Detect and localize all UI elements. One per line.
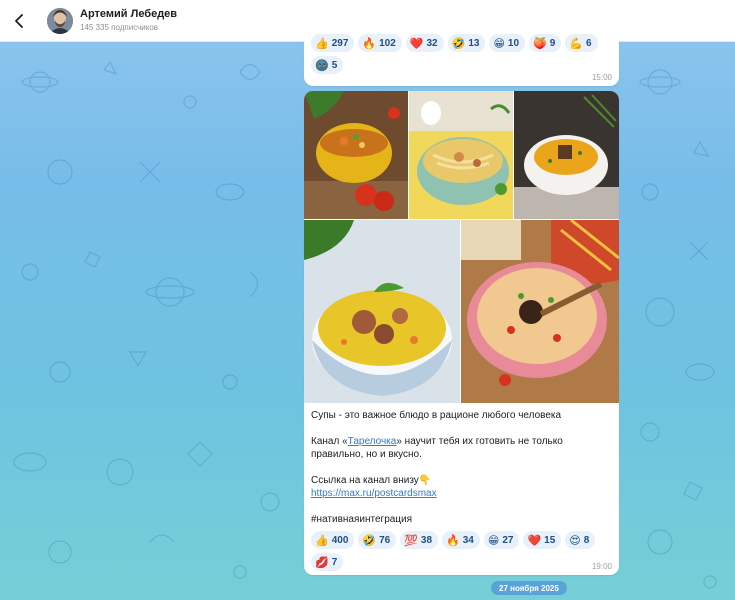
text-line: Супы - это важное блюдо в рационе любого… [311,410,562,421]
reaction-chip[interactable]: 🔥 102 [358,34,402,52]
photo-mushroom-soup[interactable] [461,220,619,403]
avatar[interactable] [47,7,73,34]
reaction-chip[interactable]: ❤️ 15 [523,531,562,549]
photo-cream-soup[interactable] [514,91,619,219]
reaction-chip[interactable]: 🔥 34 [442,531,480,549]
reaction-chip[interactable]: ❤️ 32 [405,34,444,52]
photo-album [304,91,619,403]
message-card: Супы - это важное блюдо в рационе любого… [304,91,619,575]
back-button[interactable] [12,13,26,28]
date-separator: 27 ноября 2025 [491,581,567,595]
url-link[interactable]: https://max.ru/postcardsmax [311,488,437,499]
reaction-chip[interactable]: 💯 38 [400,531,439,549]
text-line: Ссылка на канал внизу👇 [311,475,432,486]
message-time: 15:00 [591,73,612,82]
text-line: Канал «Тарелочка» научит тебя их готовит… [311,436,563,460]
photo-rice-soup[interactable] [304,220,460,403]
subscriber-count: 145 335 подписчиков [80,23,159,32]
reaction-chip[interactable]: 🍑 9 [529,34,562,52]
reaction-chip[interactable]: 🌚 5 [311,56,344,74]
message-card-previous: 👍 297 🔥 102 ❤️ 32 🤣 13 😁 10 🍑 9 💪 6 🌚 5 15:00 [304,34,619,86]
reaction-chip[interactable]: 🤣 76 [358,531,397,549]
reaction-chip[interactable]: 🤣 13 [447,34,486,52]
reaction-chip[interactable]: 👍 297 [311,34,355,52]
reaction-chip[interactable]: 😍 8 [565,531,596,549]
photo-soup-pot[interactable] [304,91,408,219]
channel-title[interactable]: Артемий Лебедев [80,8,177,21]
message-text: Супы - это важное блюдо в рационе любого… [311,409,611,526]
message-time: 19:00 [591,562,612,571]
channel-link[interactable]: Тарелочка [348,436,397,447]
reaction-chip[interactable]: 😁 27 [483,531,520,549]
reaction-chip[interactable]: 💋 7 [311,553,344,571]
hashtag[interactable]: #нативнаяинтеграция [311,513,611,526]
reaction-chip[interactable]: 😁 10 [489,34,526,52]
reaction-chip[interactable]: 💪 6 [565,34,598,52]
photo-noodle-soup[interactable] [409,91,513,219]
reaction-chip[interactable]: 👍 400 [311,531,355,549]
reactions-bar: 👍 400 🤣 76 💯 38 🔥 34 😁 27 ❤️ 15 😍 8 💋 7 [311,531,611,571]
chevron-left-icon [15,13,23,28]
